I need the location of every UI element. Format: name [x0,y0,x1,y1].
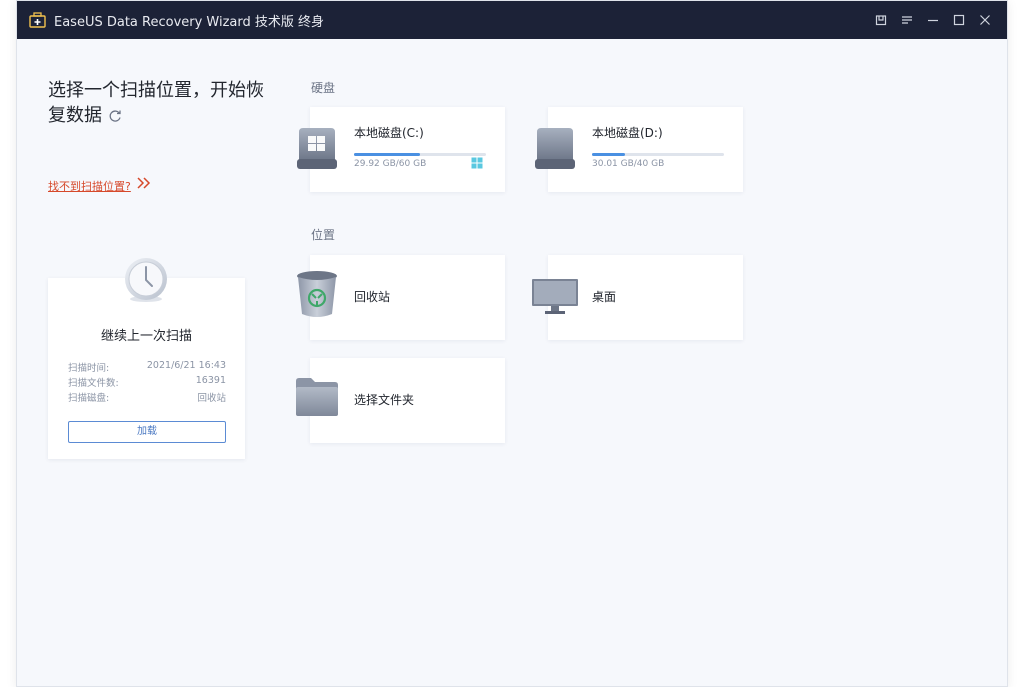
maximize-icon [953,14,965,26]
drive-d-usage-bar [592,153,724,156]
page-title: 选择一个扫描位置，开始恢复数据 [48,78,278,128]
scan-disk-row: 扫描磁盘: 回收站 [68,390,226,404]
app-icon [29,12,46,28]
scan-time-label: 扫描时间: [68,363,110,374]
windows-logo-icon [471,157,483,169]
minimize-icon [928,19,938,22]
recycle-bin-label: 回收站 [354,290,391,304]
location-tile-select-folder[interactable]: 选择文件夹 [310,358,505,443]
monitor-icon [532,279,578,314]
resume-scan-title: 继续上一次扫描 [100,329,192,344]
window-title: EaseUS Data Recovery Wizard 技术版 终身 [54,15,325,30]
clock-icon [125,258,167,302]
recycle-bin-icon [297,271,337,317]
drive-c-icon [297,128,337,169]
drive-d-name: 本地磁盘(D:) [592,126,663,140]
drive-c-usage-bar [354,153,486,156]
title-bar: EaseUS Data Recovery Wizard 技术版 终身 [17,1,1007,39]
help-link-text[interactable]: 找不到扫描位置? [48,180,131,193]
scan-time-row: 扫描时间: 2021/6/21 16:43 [68,360,226,374]
close-icon [980,15,990,25]
drive-c-usage-fill [354,153,420,156]
drives-section-label: 硬盘 [311,81,336,95]
menu-button[interactable] [899,11,915,29]
location-tile-recycle-bin[interactable]: 回收站 [310,255,505,340]
page-title-text: 选择一个扫描位置，开始恢复数据 [48,80,264,126]
drive-c-name: 本地磁盘(C:) [354,126,424,140]
scan-file-count-label: 扫描文件数: [68,378,119,389]
restore-icon [875,15,887,26]
maximize-button[interactable] [951,11,967,29]
load-button[interactable]: 加载 [68,421,226,443]
app-window: EaseUS Data Recovery Wizard 技术版 终身 选择一个扫… [16,0,1008,687]
scan-disk-value: 回收站 [197,393,226,404]
locations-section-label: 位置 [311,228,336,242]
desktop-label: 桌面 [592,290,617,304]
scan-time-value: 2021/6/21 16:43 [146,360,226,371]
drive-d-usage-fill [592,153,625,156]
restore-button[interactable] [873,11,889,29]
minimize-button[interactable] [925,11,941,29]
scan-file-count-value: 16391 [195,375,226,386]
drive-d-icon [535,128,575,169]
folder-icon [296,378,338,416]
menu-icon [902,16,912,24]
refresh-icon[interactable] [108,109,122,123]
double-chevron-icon [137,177,151,189]
cannot-find-location-link[interactable]: 找不到扫描位置? [48,177,151,194]
drive-d-size: 30.01 GB/40 GB [592,159,665,169]
close-button[interactable] [977,11,993,29]
drive-c-size: 29.92 GB/60 GB [354,159,427,169]
window-controls [873,11,993,29]
scan-disk-label: 扫描磁盘: [68,393,110,404]
resume-scan-card: 继续上一次扫描 扫描时间: 2021/6/21 16:43 扫描文件数: 163… [48,278,245,459]
scan-file-count-row: 扫描文件数: 16391 [68,375,226,389]
select-folder-label: 选择文件夹 [354,393,415,407]
